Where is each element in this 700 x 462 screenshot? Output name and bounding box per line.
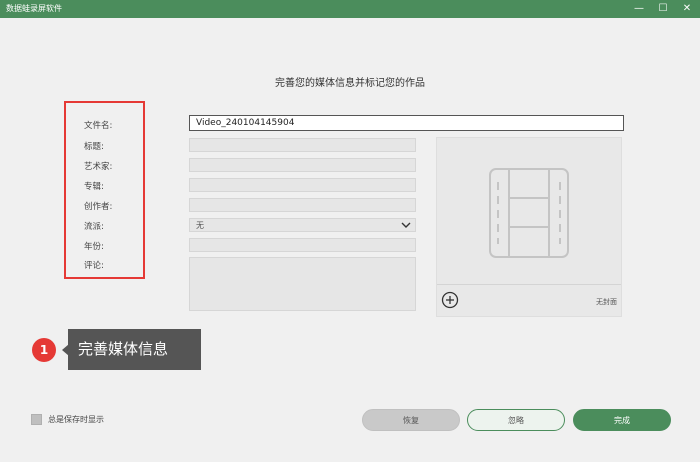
always-show-label[interactable]: 总是保存时显示 bbox=[48, 414, 104, 425]
cover-divider bbox=[437, 284, 621, 285]
genre-select-value: 无 bbox=[196, 221, 204, 230]
genre-select[interactable]: 无 bbox=[189, 218, 416, 232]
artist-label: 艺术家: bbox=[84, 162, 113, 172]
title-input[interactable] bbox=[189, 138, 416, 152]
step-number-badge: 1 bbox=[32, 338, 56, 362]
plus-circle-icon[interactable] bbox=[441, 291, 459, 309]
ignore-button[interactable]: 忽略 bbox=[467, 409, 565, 431]
restore-button[interactable]: 恢复 bbox=[362, 409, 460, 431]
window-title: 数据蛙录屏软件 bbox=[6, 4, 62, 13]
done-button[interactable]: 完成 bbox=[573, 409, 671, 431]
artist-input[interactable] bbox=[189, 158, 416, 172]
genre-label: 流派: bbox=[84, 222, 104, 232]
album-label: 专辑: bbox=[84, 182, 104, 192]
title-label: 标题: bbox=[84, 142, 104, 152]
album-input[interactable] bbox=[189, 178, 416, 192]
comment-textarea[interactable] bbox=[189, 257, 416, 311]
year-label: 年份: bbox=[84, 242, 104, 252]
filename-input[interactable]: Video_240104145904 bbox=[189, 115, 624, 131]
maximize-button[interactable]: ☐ bbox=[654, 1, 672, 17]
chevron-down-icon bbox=[401, 222, 411, 228]
film-strip-icon bbox=[489, 168, 569, 258]
annotation-tooltip: 完善媒体信息 bbox=[68, 329, 201, 370]
creator-input[interactable] bbox=[189, 198, 416, 212]
year-input[interactable] bbox=[189, 238, 416, 252]
filename-label: 文件名: bbox=[84, 121, 113, 131]
cover-art-panel: 无封面 bbox=[436, 137, 622, 317]
minimize-button[interactable]: — bbox=[630, 1, 648, 17]
close-button[interactable]: ✕ bbox=[678, 1, 696, 17]
comment-label: 评论: bbox=[84, 261, 104, 271]
no-cover-text: 无封面 bbox=[596, 298, 617, 306]
creator-label: 创作者: bbox=[84, 202, 113, 212]
title-bar: 数据蛙录屏软件 — ☐ ✕ bbox=[0, 0, 700, 18]
always-show-checkbox[interactable] bbox=[31, 414, 42, 425]
page-heading: 完善您的媒体信息并标记您的作品 bbox=[275, 78, 425, 89]
